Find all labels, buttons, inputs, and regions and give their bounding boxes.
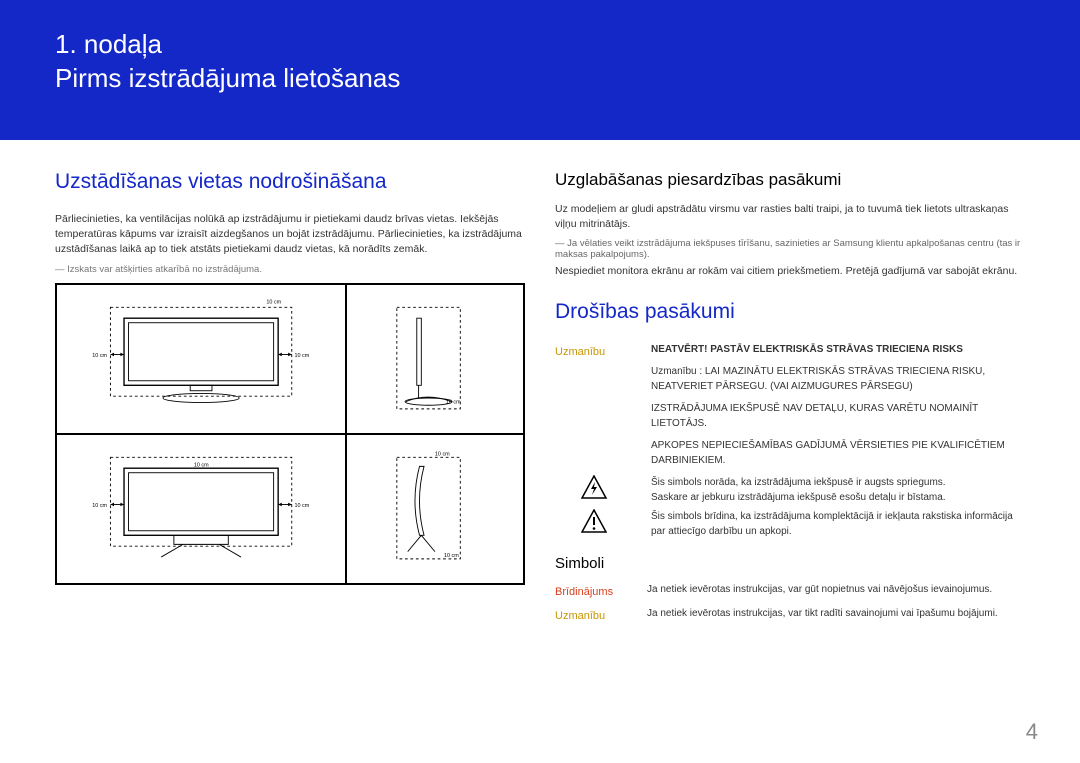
monitor-side-icon: 10 cm xyxy=(353,291,517,427)
left-column: Uzstādīšanas vietas nodrošināšana Pārlie… xyxy=(55,170,525,630)
caution-line-4: APKOPES NEPIECIEŠAMĪBAS GADĪJUMĀ VĒRSIET… xyxy=(651,438,1025,468)
svg-text:10 cm: 10 cm xyxy=(444,553,459,559)
monitor-curved-side-icon: 10 cm 10 cm xyxy=(353,441,517,577)
monitor-front-icon: 10 cm 10 cm 10 cm xyxy=(63,291,339,427)
chapter-title: Pirms izstrādājuma lietošanas xyxy=(55,63,400,93)
svg-text:10 cm: 10 cm xyxy=(92,503,107,509)
storage-note: Ja vēlaties veikt izstrādājuma iekšpuses… xyxy=(555,238,1025,260)
svg-text:10 cm: 10 cm xyxy=(92,353,107,359)
symbols-heading: Simboli xyxy=(555,555,1025,572)
warning-text: Ja netiek ievērotas instrukcijas, var gū… xyxy=(647,582,1025,597)
svg-text:10 cm: 10 cm xyxy=(194,462,209,468)
caution-line-1: NEATVĒRT! PASTĀV ELEKTRISKĀS STRĀVAS TRI… xyxy=(651,342,1025,357)
chapter-header: 1. nodaļa Pirms izstrādājuma lietošanas xyxy=(0,0,1080,140)
page-content: Uzstādīšanas vietas nodrošināšana Pārlie… xyxy=(0,140,1080,630)
high-voltage-text-2: Saskare ar jebkuru izstrādājuma iekšpusē… xyxy=(651,490,946,505)
caution-text-2: Ja netiek ievērotas instrukcijas, var ti… xyxy=(647,606,1025,621)
storage-body: Uz modeļiem ar gludi apstrādātu virsmu v… xyxy=(555,202,1025,232)
documentation-row: Šis simbols brīdina, ka izstrādājuma kom… xyxy=(555,509,1025,539)
caution-label-2: Uzmanību xyxy=(555,610,605,622)
right-column: Uzglabāšanas piesardzības pasākumi Uz mo… xyxy=(555,170,1025,630)
diagram-side-curved: 10 cm 10 cm xyxy=(346,434,524,584)
install-space-body: Pārliecinieties, ka ventilācijas nolūkā … xyxy=(55,212,525,258)
high-voltage-text: Šis simbols norāda, ka izstrādājuma iekš… xyxy=(651,475,946,490)
caution-line-3: IZSTRĀDĀJUMA IEKŠPUSĒ NAV DETAĻU, KURAS … xyxy=(651,401,1025,431)
appearance-note: Izskats var atšķirties atkarībā no izstr… xyxy=(55,264,525,275)
high-voltage-row: Šis simbols norāda, ka izstrādājuma iekš… xyxy=(555,475,1025,505)
page-number: 4 xyxy=(1026,719,1038,745)
diagram-front-flat: 10 cm 10 cm 10 cm xyxy=(56,284,346,434)
warning-symbol-row: Brīdinājums Ja netiek ievērotas instrukc… xyxy=(555,582,1025,600)
storage-warning: Nespiediet monitora ekrānu ar rokām vai … xyxy=(555,264,1025,279)
svg-text:10 cm: 10 cm xyxy=(446,399,461,405)
chapter-number: 1. nodaļa xyxy=(55,29,162,59)
caution-block: Uzmanību NEATVĒRT! PASTĀV ELEKTRISKĀS ST… xyxy=(555,342,1025,475)
diagram-side-flat: 10 cm xyxy=(346,284,524,434)
svg-text:10 cm: 10 cm xyxy=(294,503,309,509)
clearance-diagrams: 10 cm 10 cm 10 cm 10 cm xyxy=(55,283,525,585)
diagram-front-curved: 10 cm 10 cm 10 cm xyxy=(56,434,346,584)
svg-text:10 cm: 10 cm xyxy=(435,451,450,457)
documentation-text: Šis simbols brīdina, ka izstrādājuma kom… xyxy=(651,509,1025,539)
high-voltage-icon xyxy=(581,475,607,499)
storage-heading: Uzglabāšanas piesardzības pasākumi xyxy=(555,170,1025,190)
svg-text:10 cm: 10 cm xyxy=(266,299,281,305)
svg-text:10 cm: 10 cm xyxy=(294,353,309,359)
monitor-curved-front-icon: 10 cm 10 cm 10 cm xyxy=(63,441,339,577)
caution-label: Uzmanību xyxy=(555,346,605,358)
exclamation-triangle-icon xyxy=(581,509,607,533)
safety-heading: Drošības pasākumi xyxy=(555,300,1025,324)
warning-label: Brīdinājums xyxy=(555,586,613,598)
caution-line-2: Uzmanību : LAI MAZINĀTU ELEKTRISKĀS STRĀ… xyxy=(651,364,1025,394)
install-space-heading: Uzstādīšanas vietas nodrošināšana xyxy=(55,170,525,194)
caution-symbol-row: Uzmanību Ja netiek ievērotas instrukcija… xyxy=(555,606,1025,624)
